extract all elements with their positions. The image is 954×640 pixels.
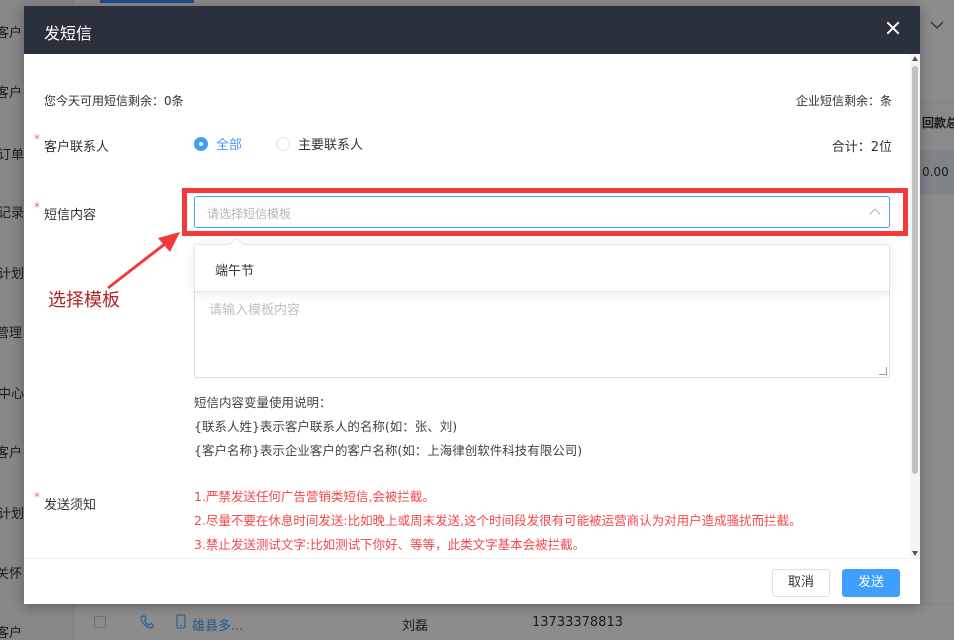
scrollbar[interactable]: [910, 54, 920, 558]
dropdown-option[interactable]: 端午节: [215, 260, 254, 279]
select-placeholder: 请选择短信模板: [207, 207, 292, 221]
dialog-body: 您今天可用短信剩余：0条 企业短信剩余：条 * 客户联系人 全部 主要联系人 合…: [24, 54, 920, 558]
contact-total: 合计：2位: [831, 140, 892, 155]
notice-line: 3.禁止发送测试文字:比如测试下你好、等等，此类文字基本会被拦截。: [194, 537, 586, 552]
notice-line: 1.严禁发送任何广告营销类短信,会被拦截。: [194, 489, 435, 504]
resize-grip-icon[interactable]: [879, 367, 887, 375]
template-content-textarea[interactable]: 请输入模板内容: [194, 280, 890, 378]
radio-checked-icon: [194, 136, 208, 151]
required-mark: *: [34, 490, 40, 504]
radio-main-label: 主要联系人: [298, 138, 364, 153]
content-label: 短信内容: [44, 208, 97, 223]
template-dropdown: 端午节: [194, 244, 890, 292]
radio-all-label: 全部: [216, 138, 243, 153]
notice-line: 2.尽量不要在休息时间发送:比如晚上或周末发送,这个时间段发很有可能被运营商认为…: [194, 513, 802, 528]
required-mark: *: [34, 200, 40, 214]
scroll-thumb[interactable]: [912, 66, 918, 474]
send-sms-dialog: 发短信 您今天可用短信剩余：0条 企业短信剩余：条 * 客户联系人 全部 主要联…: [24, 6, 920, 604]
hint-title: 短信内容变量使用说明：: [194, 395, 332, 410]
scroll-down-icon[interactable]: [912, 551, 918, 556]
radio-unchecked-icon: [276, 136, 290, 151]
radio-all[interactable]: 全部: [194, 134, 242, 153]
close-icon[interactable]: [882, 18, 904, 40]
textarea-placeholder: 请输入模板内容: [209, 303, 301, 318]
hint-line: {联系人姓}表示客户联系人的名称(如：张、刘): [194, 419, 458, 434]
send-button[interactable]: 发送: [842, 569, 900, 597]
template-select[interactable]: 请选择短信模板: [194, 196, 890, 228]
company-remaining: 企业短信剩余：条: [795, 94, 892, 108]
daily-remaining: 您今天可用短信剩余：0条: [44, 94, 184, 108]
dialog-title: 发短信: [44, 24, 93, 43]
dialog-footer: 取消 发送: [24, 558, 920, 604]
notice-label: 发送须知: [44, 498, 97, 513]
chevron-up-icon: [869, 208, 881, 220]
radio-main-contact[interactable]: 主要联系人: [276, 134, 363, 153]
dialog-header: 发短信: [24, 6, 920, 54]
annotation-label: 选择模板: [48, 290, 120, 311]
contact-label: 客户联系人: [44, 140, 110, 155]
scroll-up-icon[interactable]: [912, 56, 918, 61]
hint-line: {客户名称}表示企业客户的客户名称(如：上海律创软件科技有限公司): [194, 443, 583, 458]
cancel-button[interactable]: 取消: [772, 569, 830, 597]
required-mark: *: [34, 132, 40, 146]
